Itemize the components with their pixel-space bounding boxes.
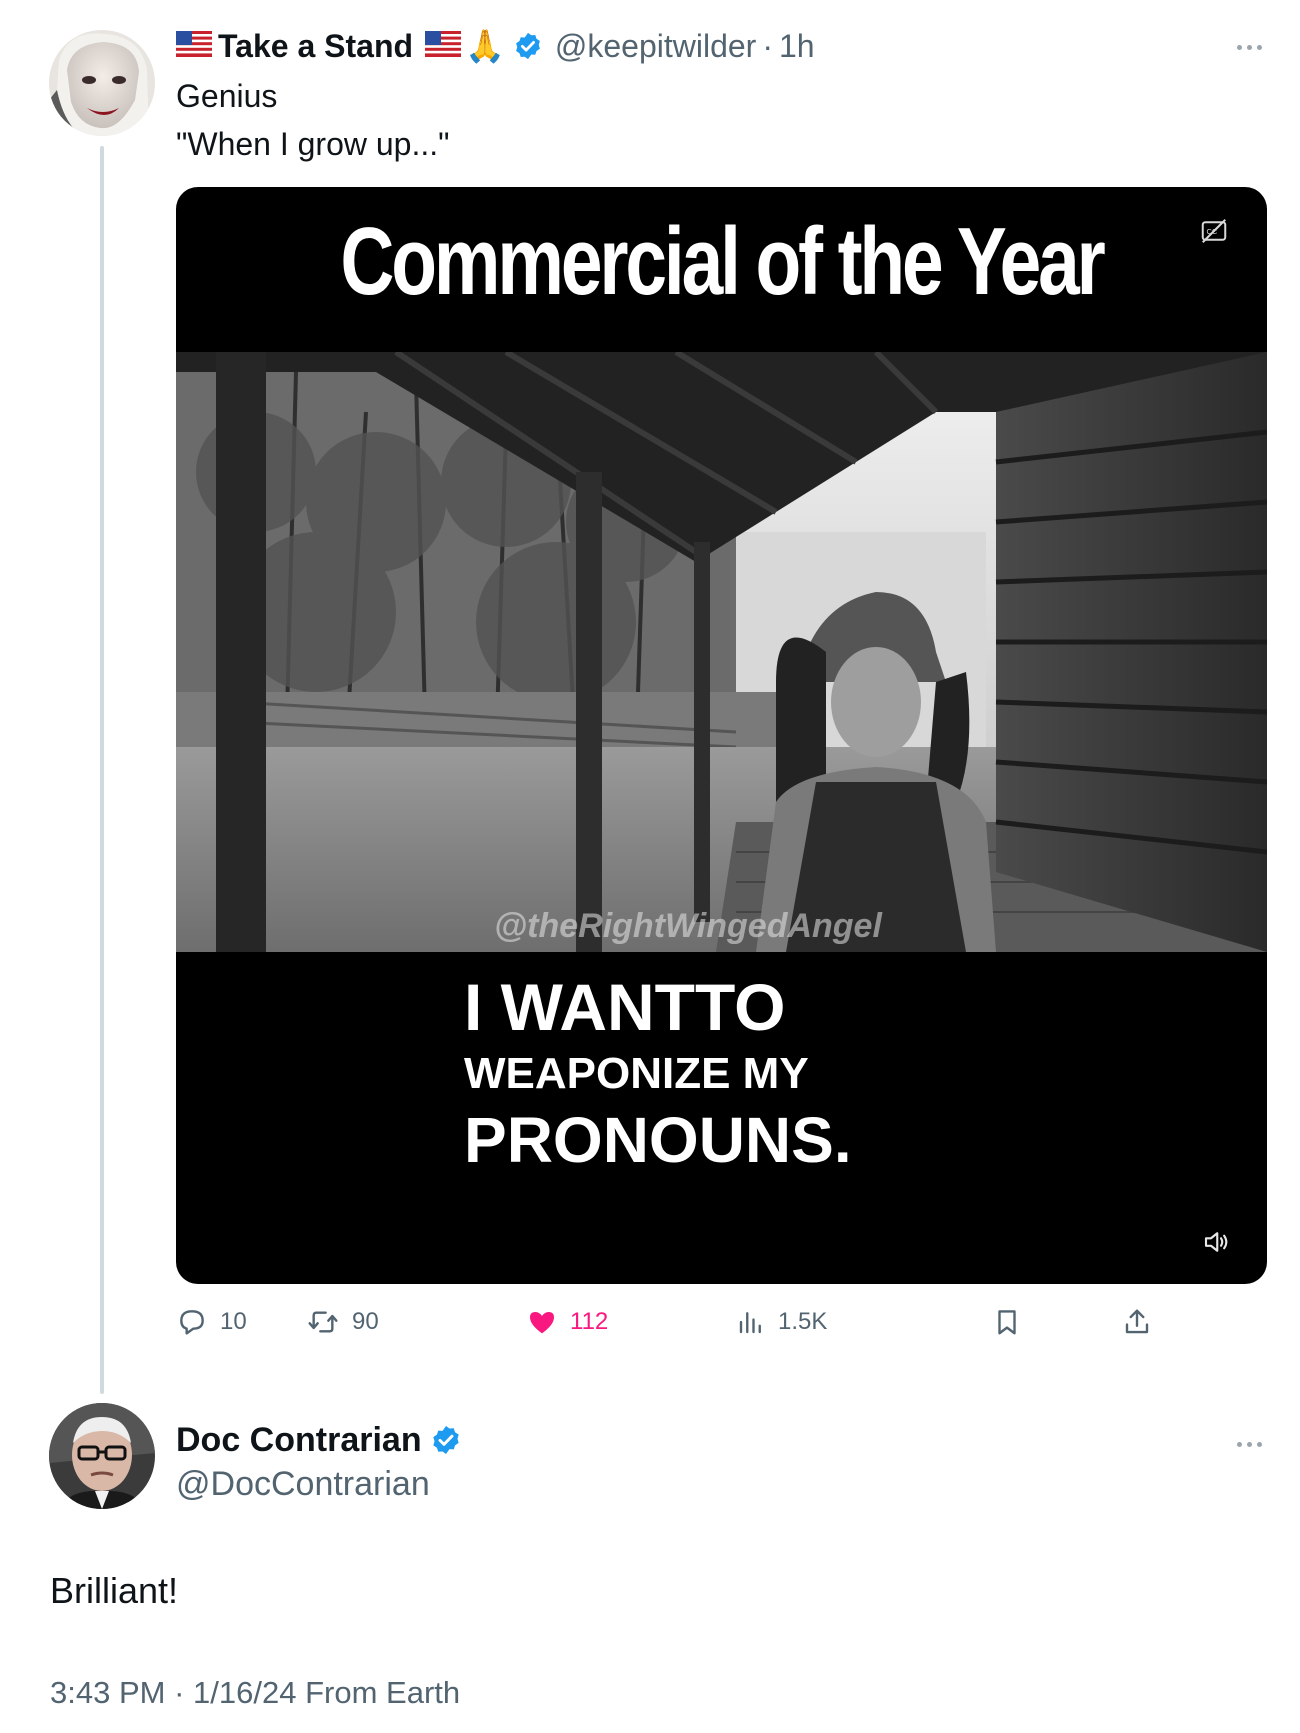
tweet-text-line: "When I grow up..." [176,126,450,162]
avatar[interactable] [49,30,155,136]
tweet-date[interactable]: 1/16/24 [193,1675,296,1710]
bookmark-button[interactable] [992,1306,1022,1338]
author-handle[interactable]: @keepitwilder [555,28,756,65]
reply-icon [180,1310,204,1335]
caption-line: WEAPONIZE MY [464,1049,809,1098]
avatar[interactable] [49,1403,155,1509]
reply-count: 10 [220,1308,247,1335]
us-flag-icon [176,30,212,62]
author-name[interactable]: Take a Stand [218,28,413,65]
video-caption: I WANTTO WEAPONIZE MY PRONOUNS. [464,969,852,1177]
caption-line: I WANTTO [464,970,786,1044]
video-frame [176,352,1267,952]
like-button[interactable]: 112 [526,1306,608,1338]
author-handle[interactable]: @DocContrarian [176,1465,430,1504]
repost-count: 90 [352,1308,379,1335]
thread-connector-line [100,146,104,1394]
views-button[interactable]: 1.5K [736,1306,827,1338]
tweet-metadata: 3:43 PM · 1/16/24 From Earth [50,1675,460,1711]
tweet-text: Brilliant! [50,1570,179,1611]
reply-name-row: Doc Contrarian [176,1418,462,1462]
verified-badge-icon [430,1424,462,1456]
views-count: 1.5K [778,1308,828,1335]
tweet-time[interactable]: 1h [779,28,815,65]
reply-button[interactable]: 10 [176,1306,247,1338]
meta-separator: · [174,1675,185,1710]
share-icon [1125,1309,1149,1334]
tweet-location: From Earth [305,1675,461,1710]
more-icon[interactable] [1237,1442,1262,1447]
more-icon[interactable] [1237,45,1262,50]
praying-hands-emoji: 🙏 [465,28,505,64]
repost-button[interactable]: 90 [306,1306,379,1338]
us-flag-icon [425,30,462,62]
video-title-overlay: Commercial of the Year [340,208,1105,315]
tweet-time[interactable]: 3:43 PM [50,1675,165,1710]
share-button[interactable] [1122,1306,1152,1338]
video-player[interactable]: Commercial of the Year CC @theRightWinge… [176,187,1267,1284]
caption-line: PRONOUNS. [464,1104,852,1176]
bookmark-icon [998,1310,1016,1335]
views-icon [739,1312,761,1334]
like-icon [530,1312,554,1334]
captions-icon[interactable]: CC [1199,216,1229,246]
video-watermark: @theRightWingedAngel [494,907,882,945]
like-count: 112 [570,1308,609,1335]
action-bar: 10 90 112 1.5K [176,1306,1176,1346]
tweet-header: Take a Stand 🙏 @keepitwilder · 1h [176,26,815,66]
header-separator: · [762,27,773,64]
verified-badge-icon [513,31,543,61]
repost-icon [308,1311,338,1333]
tweet-text-line: Genius [176,78,278,114]
volume-icon[interactable] [1201,1227,1231,1257]
reply-handle-row: @DocContrarian [176,1462,430,1506]
author-name[interactable]: Doc Contrarian [176,1421,422,1460]
